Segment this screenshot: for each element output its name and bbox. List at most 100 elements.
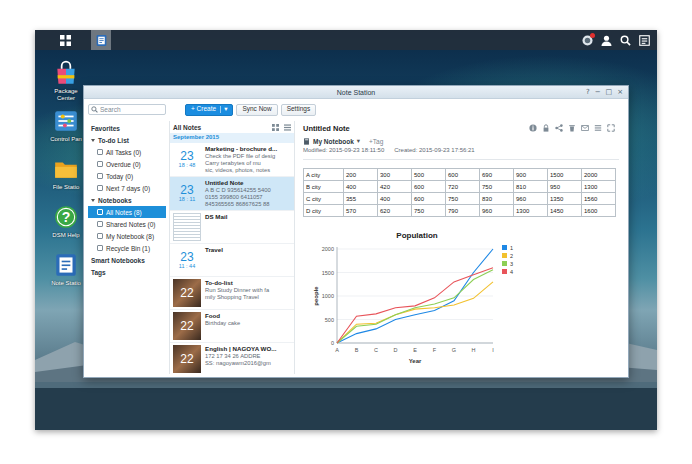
sidebar-item[interactable]: To-do List <box>88 134 166 146</box>
share-icon[interactable] <box>555 124 563 132</box>
toolbar-button[interactable]: Sync Now <box>236 104 277 116</box>
sidebar-item[interactable]: All Notes (8) <box>88 206 166 218</box>
search-input[interactable] <box>100 106 163 113</box>
expand-arrow-icon[interactable] <box>91 199 95 202</box>
table-cell[interactable]: 750 <box>412 205 446 217</box>
window-control-button[interactable]: × <box>617 88 623 97</box>
table-cell[interactable]: D city <box>304 205 344 217</box>
sidebar-item[interactable]: Overdue (0) <box>88 158 166 170</box>
table-cell[interactable]: 960 <box>514 193 548 205</box>
sidebar-item[interactable]: Next 7 days (0) <box>88 182 166 194</box>
toolbar-button[interactable]: Settings <box>281 104 317 116</box>
note-title[interactable]: Untitled Note <box>303 124 350 133</box>
table-cell[interactable]: 570 <box>344 205 378 217</box>
notifications-button[interactable] <box>580 31 595 49</box>
expand-icon[interactable] <box>607 124 615 132</box>
window-control-button[interactable]: □ <box>606 88 613 97</box>
table-cell[interactable]: 750 <box>446 193 480 205</box>
note-list-item[interactable]: DS Mail <box>170 211 294 244</box>
note-content[interactable]: A city20030050060069090015002000B city40… <box>303 160 619 372</box>
desktop-shortcut[interactable]: ? DSM Help <box>49 204 83 246</box>
widgets-button[interactable] <box>637 31 652 49</box>
table-cell[interactable]: 950 <box>548 181 582 193</box>
desktop-shortcut[interactable]: File Statio <box>49 156 83 198</box>
sidebar-item[interactable]: All Tasks (0) <box>88 146 166 158</box>
table-cell[interactable]: 810 <box>514 181 548 193</box>
table-cell[interactable]: 2000 <box>582 169 616 181</box>
table-cell[interactable]: 400 <box>344 181 378 193</box>
notebook-dropdown-arrow[interactable]: ▾ <box>357 137 360 145</box>
table-cell[interactable]: 620 <box>378 205 412 217</box>
notebook-selector[interactable]: My Notebook <box>313 138 354 145</box>
sidebar-item[interactable]: Smart Notebooks <box>88 254 166 266</box>
outline-icon[interactable] <box>594 124 602 132</box>
table-cell[interactable]: 790 <box>446 205 480 217</box>
table-cell[interactable]: 420 <box>378 181 412 193</box>
note-list-item[interactable]: 22 To-do-list Run Study Dinner with fami… <box>170 277 294 310</box>
table-cell[interactable]: 1600 <box>582 205 616 217</box>
search-field[interactable] <box>88 104 166 115</box>
table-cell[interactable]: C city <box>304 193 344 205</box>
item-icon <box>97 161 103 167</box>
expand-arrow-icon[interactable] <box>91 139 95 142</box>
taskbar-app-button[interactable] <box>91 30 111 50</box>
table-cell[interactable]: 960 <box>480 205 514 217</box>
table-cell[interactable]: 600 <box>412 193 446 205</box>
table-cell[interactable]: A city <box>304 169 344 181</box>
note-list-item[interactable]: 22 Food Birthday cake <box>170 310 294 343</box>
sidebar-item[interactable]: Tags <box>88 266 166 278</box>
table-cell[interactable]: 355 <box>344 193 378 205</box>
desktop-shortcut[interactable]: Package Center <box>49 60 83 102</box>
table-cell[interactable]: 1300 <box>514 205 548 217</box>
mail-icon[interactable] <box>581 124 589 132</box>
desktop-shortcut[interactable]: Note Statio <box>49 252 83 294</box>
table-cell[interactable]: 750 <box>480 181 514 193</box>
table-cell[interactable]: 600 <box>412 181 446 193</box>
data-table[interactable]: A city20030050060069090015002000B city40… <box>303 168 616 217</box>
sidebar-item[interactable]: Recycle Bin (1) <box>88 242 166 254</box>
table-cell[interactable]: 300 <box>378 169 412 181</box>
sidebar-item[interactable]: Notebooks <box>88 194 166 206</box>
table-cell[interactable]: 200 <box>344 169 378 181</box>
main-menu-button[interactable] <box>55 30 75 50</box>
table-cell[interactable]: 1450 <box>548 205 582 217</box>
table-cell[interactable]: 1500 <box>548 169 582 181</box>
add-tag[interactable]: +Tag <box>369 138 383 145</box>
table-cell[interactable]: 1300 <box>582 181 616 193</box>
note-list-item[interactable]: 22 English | NAGOYA WO... 172 17 34 26 A… <box>170 343 294 374</box>
table-cell[interactable]: 600 <box>446 169 480 181</box>
table-cell[interactable]: 400 <box>378 193 412 205</box>
table-cell[interactable]: 900 <box>514 169 548 181</box>
note-list-item[interactable]: 23 18 : 11 Untitled Note A B C D 9356142… <box>170 177 294 211</box>
info-icon[interactable] <box>529 124 537 132</box>
desktop-shortcut-label: Package Center <box>49 88 83 102</box>
note-list-item[interactable]: 23 18 : 48 Marketing - brochure d... Che… <box>170 143 294 177</box>
window-control-button[interactable]: ? <box>586 88 590 97</box>
dropdown-arrow[interactable]: ▾ <box>220 106 227 113</box>
grid-view-icon[interactable] <box>272 124 279 131</box>
toolbar-button[interactable]: + Create ▾ <box>185 104 233 116</box>
sidebar-item[interactable]: Shared Notes (0) <box>88 218 166 230</box>
table-cell[interactable]: 690 <box>480 169 514 181</box>
table-cell[interactable]: 720 <box>446 181 480 193</box>
sidebar-item[interactable]: My Notebook (8) <box>88 230 166 242</box>
table-cell[interactable]: 830 <box>480 193 514 205</box>
sidebar-item[interactable]: Favorites <box>88 122 166 134</box>
title-bar[interactable]: Note Station ?−□× <box>84 86 628 99</box>
series-line[interactable] <box>337 249 493 343</box>
sidebar-item[interactable]: Today (0) <box>88 170 166 182</box>
table-cell[interactable]: B city <box>304 181 344 193</box>
table-cell[interactable]: 500 <box>412 169 446 181</box>
table-cell[interactable]: 1560 <box>582 193 616 205</box>
table-cell[interactable]: 1350 <box>548 193 582 205</box>
note-list-item[interactable]: 23 11 : 44 Travel <box>170 244 294 277</box>
lock-icon[interactable] <box>542 124 550 132</box>
series-line[interactable] <box>337 282 493 343</box>
search-button[interactable] <box>618 31 633 49</box>
list-view-icon[interactable] <box>284 124 291 131</box>
window-control-button[interactable]: − <box>595 88 601 97</box>
series-line[interactable] <box>337 268 493 343</box>
trash-icon[interactable] <box>568 124 576 132</box>
desktop-shortcut[interactable]: Control Pan <box>49 108 83 150</box>
user-button[interactable] <box>599 31 614 49</box>
